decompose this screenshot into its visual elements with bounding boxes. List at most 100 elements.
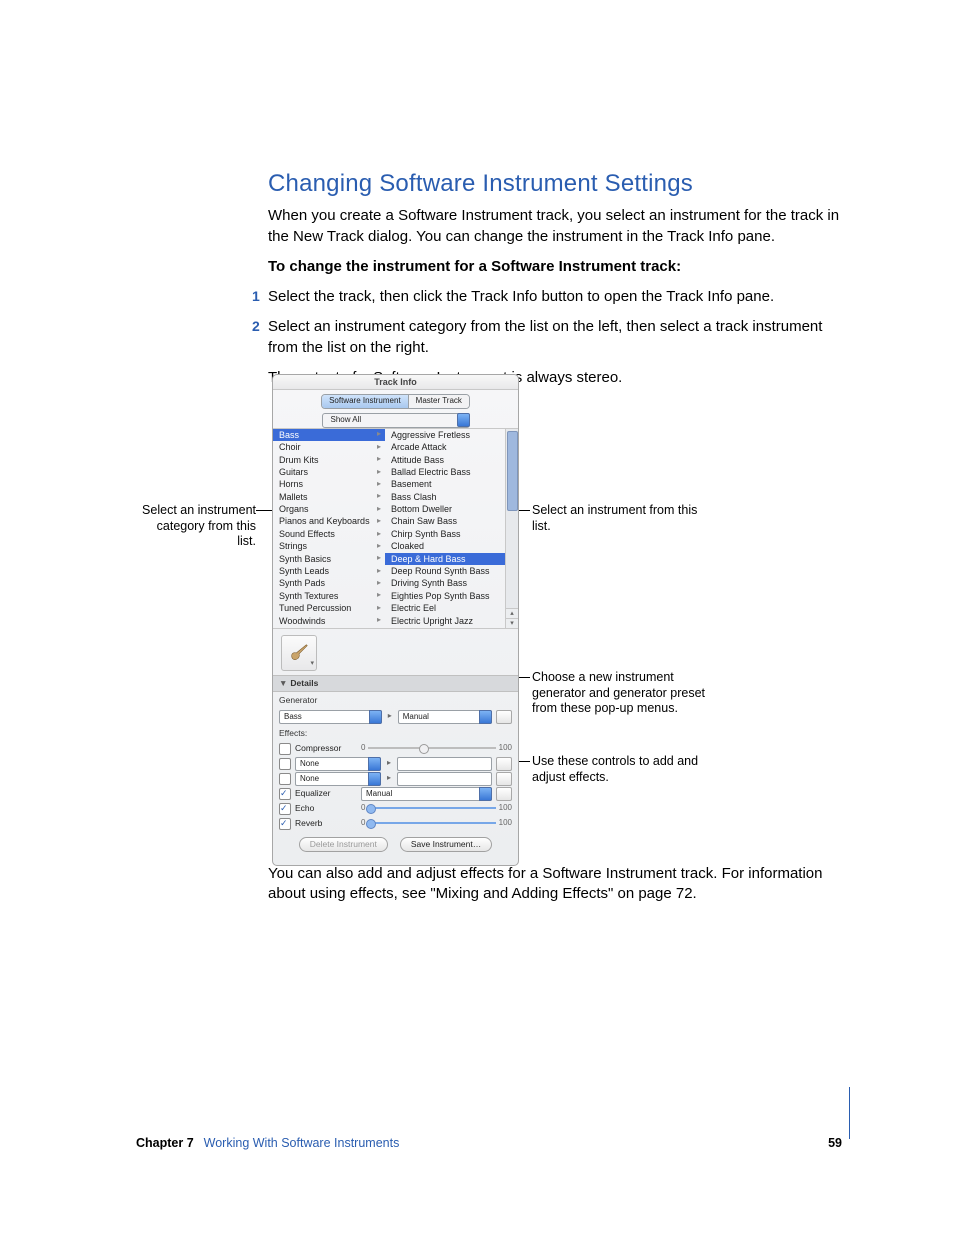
effect-row: None▸ [279, 771, 512, 786]
instrument-row[interactable]: Driving Synth Bass [385, 577, 505, 589]
effect-preset-dropdown[interactable] [397, 772, 492, 786]
guitar-icon [288, 642, 310, 664]
effects-label: Effects: [279, 728, 512, 739]
category-row[interactable]: Pianos and Keyboards▸ [273, 515, 385, 527]
track-type-tabs[interactable]: Software Instrument Master Track [321, 394, 470, 409]
instrument-row[interactable]: Aggressive Fretless [385, 429, 505, 441]
instrument-row[interactable]: Electric Eel [385, 602, 505, 614]
instrument-icon-button[interactable]: ▾ [281, 635, 317, 671]
effect-checkbox[interactable] [279, 788, 291, 800]
category-row[interactable]: Guitars▸ [273, 466, 385, 478]
category-row[interactable]: Drum Kits▸ [273, 453, 385, 465]
effect-slider[interactable]: 0100 [361, 818, 512, 829]
chevron-right-icon: ▸ [377, 454, 381, 465]
instrument-row[interactable]: Eye Liner [385, 627, 505, 628]
edit-generator-button[interactable] [496, 710, 512, 724]
chevron-right-icon: ▸ [377, 590, 381, 601]
effect-row: Reverb0100 [279, 816, 512, 831]
effect-row: Equalizer Manual [279, 786, 512, 801]
instrument-row[interactable]: Chain Saw Bass [385, 515, 505, 527]
chevron-right-icon: ▸ [377, 467, 381, 478]
category-row[interactable]: Choir▸ [273, 441, 385, 453]
play-icon[interactable]: ▸ [386, 711, 394, 722]
chevron-right-icon: ▸ [377, 429, 381, 440]
instrument-list[interactable]: Aggressive FretlessArcade AttackAttitude… [385, 429, 505, 628]
effect-type-dropdown[interactable]: None [295, 772, 381, 786]
instrument-row[interactable]: Chirp Synth Bass [385, 528, 505, 540]
save-instrument-button[interactable]: Save Instrument… [400, 837, 492, 852]
category-row[interactable]: Synth Leads▸ [273, 565, 385, 577]
step-item: 2Select an instrument category from the … [268, 317, 843, 358]
instrument-row[interactable]: Bass Clash [385, 491, 505, 503]
chevron-right-icon: ▸ [377, 504, 381, 515]
category-row[interactable]: Tuned Percussion▸ [273, 602, 385, 614]
effect-type-dropdown[interactable]: None [295, 757, 381, 771]
delete-instrument-button[interactable]: Delete Instrument [299, 837, 388, 852]
category-row[interactable]: Strings▸ [273, 540, 385, 552]
category-row[interactable]: Horns▸ [273, 478, 385, 490]
instrument-row[interactable]: Bottom Dweller [385, 503, 505, 515]
effect-name: Compressor [295, 743, 357, 754]
category-list[interactable]: Bass▸Choir▸Drum Kits▸Guitars▸Horns▸Malle… [273, 429, 385, 628]
instrument-row[interactable]: Eighties Pop Synth Bass [385, 590, 505, 602]
instrument-row[interactable]: Basement [385, 478, 505, 490]
callout-instrument: Select an instrument from this list. [532, 503, 712, 534]
chevron-right-icon: ▸ [377, 442, 381, 453]
footer-chapter: Chapter 7Working With Software Instrumen… [136, 1135, 399, 1152]
details-disclosure[interactable]: ▼Details [273, 675, 518, 692]
instrument-row[interactable]: Ballad Electric Bass [385, 466, 505, 478]
section-heading: Changing Software Instrument Settings [268, 168, 843, 200]
edit-effect-button[interactable] [496, 757, 512, 771]
tab-master-track[interactable]: Master Track [409, 395, 469, 408]
step-text: Select the track, then click the Track I… [268, 288, 774, 305]
instrument-row[interactable]: Cloaked [385, 540, 505, 552]
category-row[interactable]: Sound Effects▸ [273, 528, 385, 540]
effect-slider[interactable]: 0100 [361, 803, 512, 814]
effect-checkbox[interactable] [279, 818, 291, 830]
effect-checkbox[interactable] [279, 803, 291, 815]
category-row[interactable]: Mallets▸ [273, 491, 385, 503]
chevron-right-icon: ▸ [377, 491, 381, 502]
category-row[interactable]: Synth Basics▸ [273, 553, 385, 565]
generator-label: Generator [279, 695, 512, 706]
instrument-row[interactable]: Deep & Hard Bass [385, 553, 505, 565]
effect-checkbox[interactable] [279, 743, 291, 755]
chevron-right-icon: ▸ [377, 578, 381, 589]
task-heading: To change the instrument for a Software … [268, 257, 843, 277]
effect-name: Equalizer [295, 788, 357, 799]
show-all-dropdown[interactable]: Show All [322, 413, 470, 428]
effect-checkbox[interactable] [279, 773, 291, 785]
chevron-right-icon: ▸ [377, 566, 381, 577]
scroll-down-icon[interactable]: ▾ [506, 618, 518, 628]
scrollbar-thumb[interactable] [507, 431, 518, 511]
instrument-scrollbar[interactable]: ▴ ▾ [505, 429, 518, 628]
edit-effect-button[interactable] [496, 772, 512, 786]
instrument-row[interactable]: Deep Round Synth Bass [385, 565, 505, 577]
effect-preset-dropdown[interactable]: Manual [361, 787, 492, 801]
instrument-row[interactable]: Arcade Attack [385, 441, 505, 453]
chevron-down-icon: ▾ [310, 659, 314, 668]
chevron-right-icon: ▸ [377, 479, 381, 490]
category-row[interactable]: Woodwinds▸ [273, 614, 385, 626]
category-row[interactable]: Organs▸ [273, 503, 385, 515]
category-row[interactable]: Bass▸ [273, 429, 385, 441]
chevron-right-icon: ▸ [377, 516, 381, 527]
callout-effects: Use these controls to add and adjust eff… [532, 754, 712, 785]
scroll-up-icon[interactable]: ▴ [506, 608, 518, 618]
effect-checkbox[interactable] [279, 758, 291, 770]
tab-software-instrument[interactable]: Software Instrument [322, 395, 409, 408]
effect-row: Compressor 0100 [279, 741, 512, 756]
category-row[interactable]: Synth Textures▸ [273, 590, 385, 602]
chevron-right-icon: ▸ [377, 541, 381, 552]
effect-row: Echo0100 [279, 801, 512, 816]
edit-effect-button[interactable] [496, 787, 512, 801]
effect-preset-dropdown[interactable] [397, 757, 492, 771]
dropdown-arrow-icon [457, 413, 470, 427]
generator-dropdown[interactable]: Bass [279, 710, 382, 724]
callout-category: Select an instrument category from this … [136, 503, 256, 550]
instrument-row[interactable]: Attitude Bass [385, 453, 505, 465]
generator-preset-dropdown[interactable]: Manual [398, 710, 492, 724]
category-row[interactable]: Synth Pads▸ [273, 577, 385, 589]
instrument-row[interactable]: Electric Upright Jazz [385, 614, 505, 626]
effect-slider[interactable]: 0100 [361, 743, 512, 754]
